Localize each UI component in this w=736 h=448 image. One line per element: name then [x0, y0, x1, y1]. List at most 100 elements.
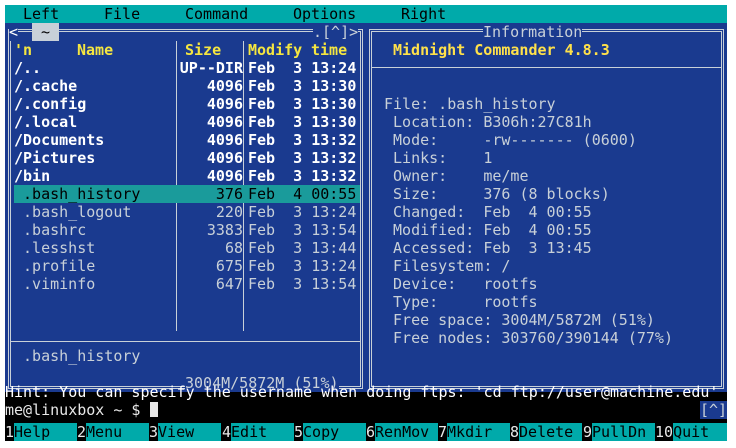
- table-row[interactable]: .viminfo 647 Feb 3 13:54: [14, 275, 360, 293]
- menu-command[interactable]: Command: [185, 5, 248, 23]
- fkey-renmov[interactable]: 6RenMov: [366, 423, 439, 441]
- hint-line: Hint: You can specify the username when …: [5, 383, 719, 401]
- fkey-number: 1: [5, 423, 15, 441]
- file-name: .viminfo: [14, 275, 96, 293]
- file-modified: Feb 3 13:30: [248, 95, 357, 113]
- info-line: Size: 376 (8 blocks): [384, 185, 610, 203]
- file-name: .bash_logout: [14, 203, 132, 221]
- info-line: Owner: me/me: [384, 167, 529, 185]
- file-size: 4096: [206, 131, 243, 149]
- fkey-menu[interactable]: 2Menu: [77, 423, 150, 441]
- file-modified: Feb 3 13:24: [248, 257, 357, 275]
- file-size: 4096: [206, 95, 243, 113]
- file-modified: Feb 3 13:44: [248, 239, 357, 257]
- fkey-number: 2: [77, 423, 87, 441]
- fkey-number: 9: [583, 423, 593, 441]
- table-row[interactable]: /Documents 4096 Feb 3 13:32: [14, 131, 360, 149]
- history-scroll-marker[interactable]: .[^]>: [313, 23, 359, 41]
- cursor: [149, 402, 158, 417]
- fkey-pulldn[interactable]: 9PullDn: [583, 423, 656, 441]
- file-size: 220: [215, 203, 243, 221]
- fkey-label: Menu: [86, 423, 150, 441]
- home-tab[interactable]: ~: [32, 23, 59, 41]
- fkey-help[interactable]: 1Help: [5, 423, 78, 441]
- info-line: Links: 1: [384, 149, 493, 167]
- menu-file[interactable]: File: [104, 5, 140, 23]
- table-row[interactable]: .bash_logout 220 Feb 3 13:24: [14, 203, 360, 221]
- menu-right[interactable]: Right: [401, 5, 446, 23]
- table-row[interactable]: /.local 4096 Feb 3 13:30: [14, 113, 360, 131]
- fkey-delete[interactable]: 8Delete: [510, 423, 583, 441]
- table-row[interactable]: .profile 675 Feb 3 13:24: [14, 257, 360, 275]
- panel-divider: [11, 341, 360, 342]
- file-modified: Feb 3 13:32: [248, 167, 357, 185]
- table-row[interactable]: .bashrc 3383 Feb 3 13:54: [14, 221, 360, 239]
- fkey-label: Quit: [673, 423, 727, 441]
- info-panel-title: Information: [483, 23, 583, 41]
- mini-status: .bash_history: [14, 347, 141, 365]
- file-size: UP--DIR: [179, 59, 243, 77]
- fkey-label: Help: [14, 423, 78, 441]
- menu-options[interactable]: Options: [293, 5, 356, 23]
- file-name: .profile: [14, 257, 96, 275]
- info-line: Free nodes: 303760/390144 (77%): [384, 329, 673, 347]
- column-header-time[interactable]: time: [311, 41, 347, 59]
- file-modified: Feb 3 13:54: [248, 275, 357, 293]
- fkey-label: RenMov: [375, 423, 439, 441]
- fkey-label: Edit: [231, 423, 295, 441]
- column-header-name[interactable]: Name: [77, 41, 113, 59]
- terminal-window: Left File Command Options Right < ~ .[^]…: [5, 5, 727, 441]
- info-line: Filesystem: /: [384, 257, 511, 275]
- panel-corner-marker[interactable]: <: [9, 23, 19, 41]
- table-row[interactable]: /Pictures 4096 Feb 3 13:32: [14, 149, 360, 167]
- info-line: Mode: -rw------- (0600): [384, 131, 637, 149]
- fkey-number: 6: [366, 423, 376, 441]
- file-modified: Feb 3 13:54: [248, 221, 357, 239]
- shell-prompt[interactable]: me@linuxbox ~ $: [5, 401, 158, 419]
- fkey-view[interactable]: 3View: [149, 423, 222, 441]
- file-modified: Feb 3 13:32: [248, 149, 357, 167]
- file-size: 675: [215, 257, 243, 275]
- file-name: /.cache: [14, 77, 78, 95]
- fkey-edit[interactable]: 4Edit: [222, 423, 295, 441]
- file-size: 4096: [206, 167, 243, 185]
- fkey-number: 5: [294, 423, 304, 441]
- fkey-quit[interactable]: 10Quit: [655, 423, 727, 441]
- menu-bar: Left File Command Options Right: [5, 5, 727, 23]
- app-title: Midnight Commander 4.8.3: [393, 41, 610, 59]
- menu-left[interactable]: Left: [23, 5, 59, 23]
- file-name: /Documents: [14, 131, 105, 149]
- info-line: File: .bash_history: [384, 95, 556, 113]
- table-row[interactable]: .lesshst 68 Feb 3 13:44: [14, 239, 360, 257]
- fkey-number: 3: [149, 423, 159, 441]
- info-line: Type: rootfs: [384, 293, 538, 311]
- file-modified: Feb 3 13:30: [248, 113, 357, 131]
- file-size: 4096: [206, 113, 243, 131]
- fkey-label: Delete: [519, 423, 583, 441]
- file-name: /.local: [14, 113, 78, 131]
- table-row[interactable]: /bin 4096 Feb 3 13:32: [14, 167, 360, 185]
- info-line: Device: rootfs: [384, 275, 538, 293]
- file-size: 68: [224, 239, 243, 257]
- table-row[interactable]: .bash_history 376 Feb 4 00:55: [14, 185, 360, 203]
- info-line: Location: B306h:27C81h: [384, 113, 592, 131]
- column-header-modify[interactable]: Modify: [248, 41, 302, 59]
- table-row[interactable]: /.. UP--DIR Feb 3 13:24: [14, 59, 360, 77]
- fkey-label: Mkdir: [447, 423, 511, 441]
- prompt-history-marker[interactable]: [^]: [700, 401, 727, 419]
- fkey-copy[interactable]: 5Copy: [294, 423, 367, 441]
- file-size: 4096: [206, 149, 243, 167]
- file-name: /..: [14, 59, 42, 77]
- column-header-size[interactable]: Size: [185, 41, 221, 59]
- file-name: .bashrc: [14, 221, 87, 239]
- file-modified: Feb 3 13:24: [248, 203, 357, 221]
- fkey-mkdir[interactable]: 7Mkdir: [438, 423, 511, 441]
- fkey-number: 7: [438, 423, 448, 441]
- file-size: 376: [215, 185, 243, 203]
- fkey-number: 10: [655, 423, 674, 441]
- table-row[interactable]: /.config 4096 Feb 3 13:30: [14, 95, 360, 113]
- table-row[interactable]: /.cache 4096 Feb 3 13:30: [14, 77, 360, 95]
- fkey-label: Copy: [303, 423, 367, 441]
- file-name: /.config: [14, 95, 87, 113]
- sort-indicator[interactable]: 'n: [14, 41, 32, 59]
